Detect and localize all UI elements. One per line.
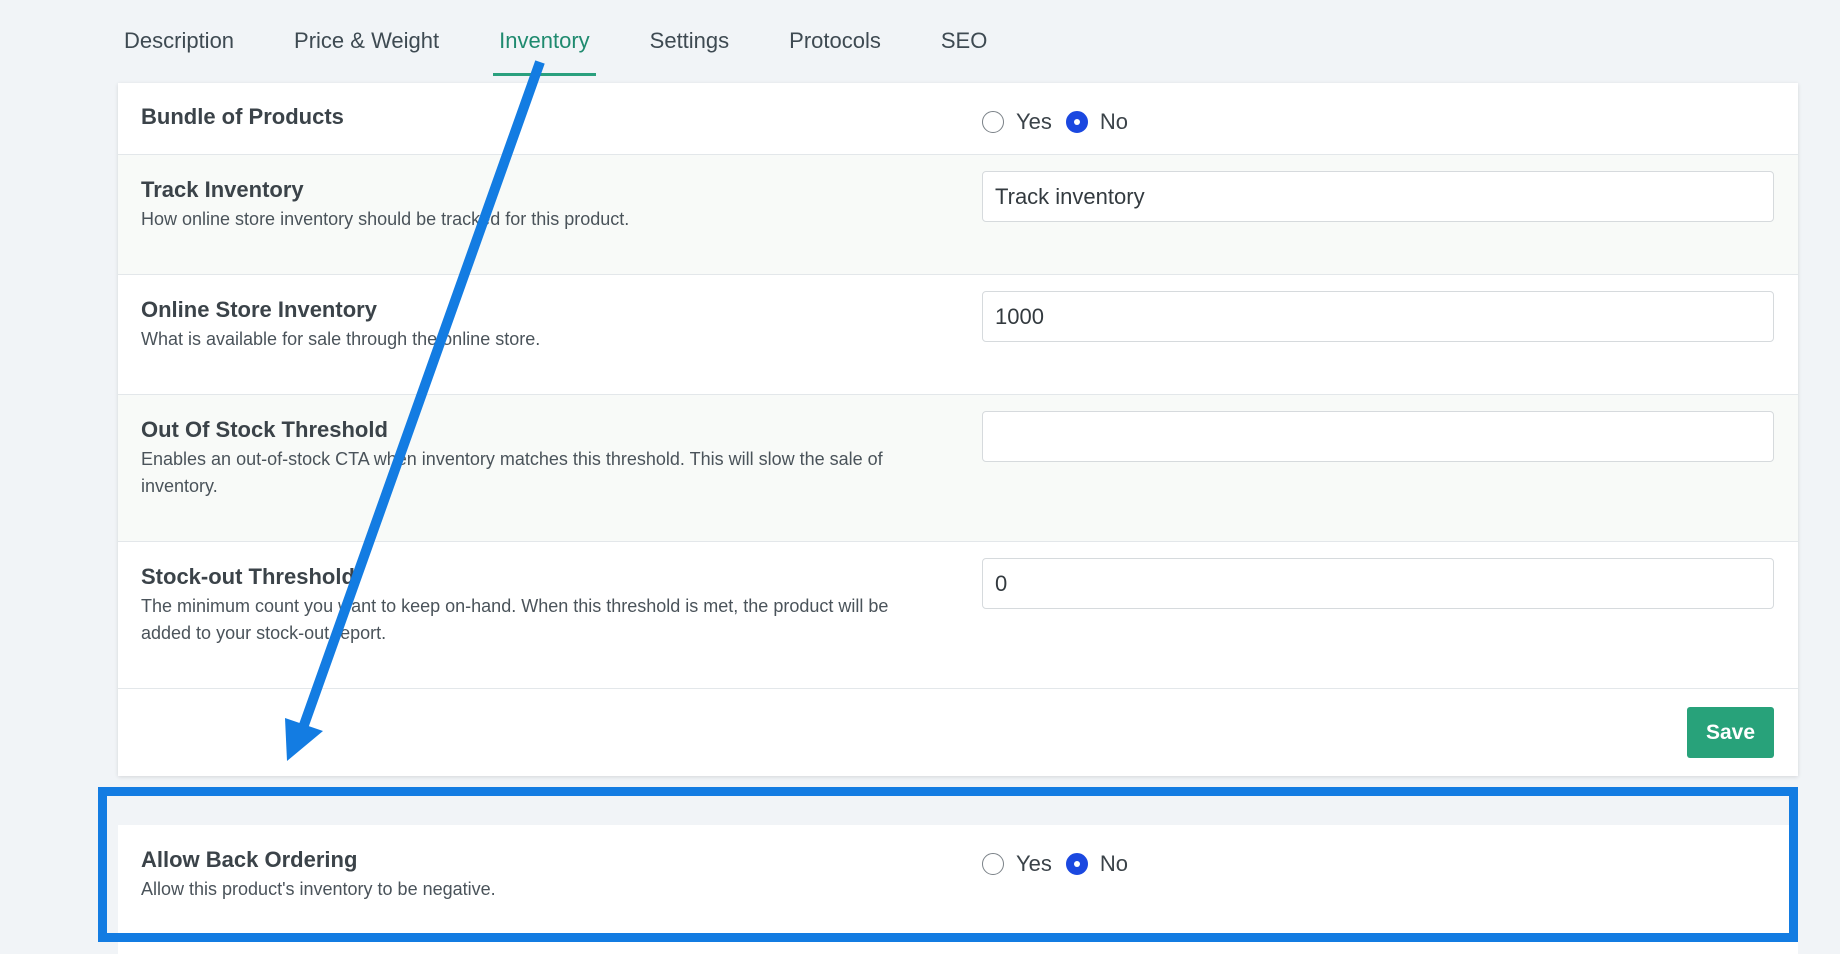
bundle-yes-label: Yes [1016,109,1052,134]
stock-out-threshold-row: Stock-out Threshold The minimum count yo… [118,542,1798,689]
track-inventory-label: Track Inventory [141,177,304,202]
back-ordering-no-label: No [1099,851,1129,876]
track-inventory-select[interactable]: Track inventory [982,171,1774,222]
stock-out-threshold-input[interactable]: 0 [982,558,1774,609]
out-of-stock-threshold-row: Out Of Stock Threshold Enables an out-of… [118,395,1798,542]
online-store-inventory-input[interactable]: 1000 [982,291,1774,342]
back-ordering-yes-label: Yes [1016,851,1052,876]
bundle-label: Bundle of Products [141,104,344,129]
tab-seo[interactable]: SEO [935,20,993,76]
inventory-card: Bundle of Products Yes No Track Inventor… [118,83,1798,776]
tab-price-weight[interactable]: Price & Weight [288,20,445,76]
tab-bar: Description Price & Weight Inventory Set… [118,20,1041,84]
stock-out-threshold-description: The minimum count you want to keep on-ha… [141,596,889,643]
tab-description[interactable]: Description [118,20,240,76]
out-of-stock-threshold-input[interactable] [982,411,1774,462]
stock-out-threshold-label: Stock-out Threshold [141,564,355,589]
bundle-radio-group: Yes No [982,109,1142,135]
bundle-no-label: No [1099,109,1129,134]
bundle-yes-radio[interactable] [982,111,1004,133]
back-ordering-no-radio[interactable] [1065,853,1088,875]
back-ordering-label: Allow Back Ordering [141,847,358,872]
back-ordering-radio-group: Yes No [982,851,1142,877]
online-store-inventory-description: What is available for sale through the o… [141,329,541,349]
back-ordering-card: Allow Back Ordering Allow this product's… [118,825,1798,954]
product-inventory-page: Description Price & Weight Inventory Set… [0,0,1840,954]
out-of-stock-threshold-label: Out Of Stock Threshold [141,417,388,442]
tab-protocols[interactable]: Protocols [783,20,887,76]
tab-settings[interactable]: Settings [644,20,736,76]
online-store-inventory-row: Online Store Inventory What is available… [118,275,1798,395]
tab-inventory[interactable]: Inventory [493,20,596,76]
out-of-stock-threshold-description: Enables an out-of-stock CTA when invento… [141,449,883,496]
back-ordering-description: Allow this product's inventory to be neg… [141,879,496,899]
card-footer: Save [118,689,1798,776]
bundle-row: Bundle of Products Yes No [118,83,1798,155]
bundle-no-radio[interactable] [1065,111,1088,133]
track-inventory-description: How online store inventory should be tra… [141,209,630,229]
save-button[interactable]: Save [1687,707,1774,758]
track-inventory-row: Track Inventory How online store invento… [118,155,1798,275]
online-store-inventory-label: Online Store Inventory [141,297,377,322]
back-ordering-yes-radio[interactable] [982,853,1004,875]
